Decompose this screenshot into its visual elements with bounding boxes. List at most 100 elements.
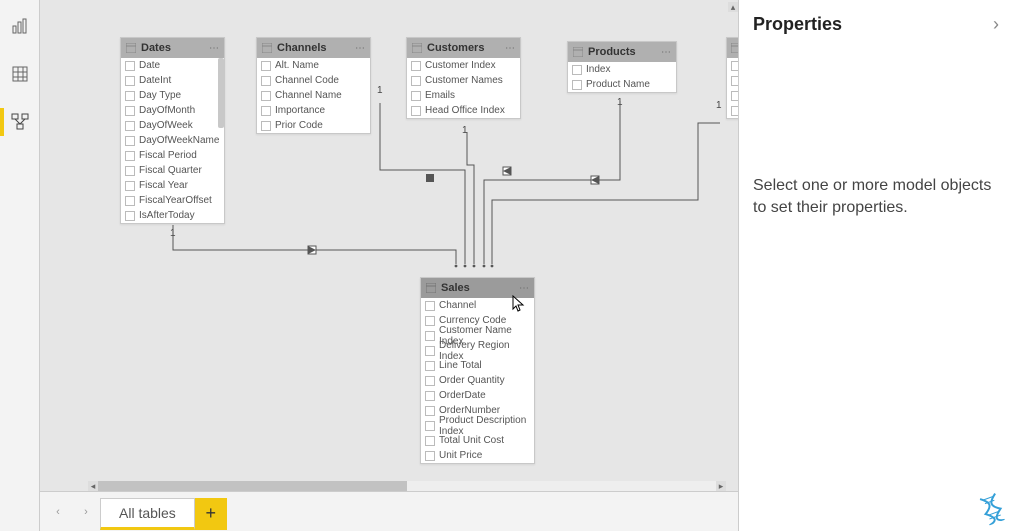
table-dates[interactable]: Dates ⋯ Date DateInt Day Type DayOfMonth… [120,37,225,224]
field-icon [261,76,271,86]
field-label: Delivery Region Index [439,340,530,362]
field-row[interactable]: Customer Index [407,58,520,73]
field-row[interactable]: Customer Names [407,73,520,88]
field-label: Emails [425,90,455,101]
field-row[interactable]: DateInt [121,73,224,88]
table-more-icon[interactable]: ⋯ [505,43,516,54]
bar-chart-icon [11,17,29,35]
field-label: Order Quantity [439,375,505,386]
properties-pane: Properties › Select one or more model ob… [738,0,1013,531]
tabs-prev-button[interactable]: ‹ [44,496,72,528]
tab-all-tables[interactable]: All tables [100,498,195,530]
table-icon [572,46,584,58]
field-icon [125,61,135,71]
table-channels[interactable]: Channels ⋯ Alt. Name Channel Code Channe… [256,37,371,134]
field-label: IsAfterToday [139,210,195,221]
scroll-left-icon[interactable]: ◂ [88,481,98,491]
field-row[interactable]: DayOfWeek [121,118,224,133]
cardinality-label: 1 [377,85,383,96]
field-label: Fiscal Year [139,180,188,191]
field-label: Channel Code [275,75,339,86]
table-title: Sales [441,282,470,294]
cardinality-label: 1 [170,228,176,239]
scroll-track[interactable] [98,481,716,491]
field-icon [425,331,435,341]
add-layout-button[interactable]: + [195,498,227,530]
field-row[interactable]: Day Type [121,88,224,103]
field-row[interactable]: Head Office Index [407,103,520,118]
field-row[interactable]: Fiscal Period [121,148,224,163]
field-row[interactable]: Date [121,58,224,73]
field-row[interactable]: Order Quantity [421,373,534,388]
field-icon [125,166,135,176]
model-canvas[interactable]: Dates ⋯ Date DateInt Day Type DayOfMonth… [40,0,738,491]
field-icon [411,76,421,86]
field-icon [125,196,135,206]
field-label: Alt. Name [275,60,319,71]
field-row[interactable]: Fiscal Quarter [121,163,224,178]
scroll-thumb[interactable] [98,481,407,491]
field-row[interactable]: Importance [257,103,370,118]
field-row[interactable]: Channel Code [257,73,370,88]
field-row[interactable]: Channel Name [257,88,370,103]
table-products[interactable]: Products ⋯ Index Product Name [567,41,677,93]
field-icon [425,361,435,371]
tabs-next-button[interactable]: › [72,496,100,528]
table-title: Channels [277,42,327,54]
cardinality-label: 1 [462,125,468,136]
field-row[interactable]: Channel [421,298,534,313]
field-row[interactable]: Emails [407,88,520,103]
field-label: Total Unit Cost [439,435,504,446]
table-icon [125,42,137,54]
table-icon [11,65,29,83]
field-row[interactable]: Product Description Index [421,418,534,433]
table-more-icon[interactable]: ⋯ [519,283,530,294]
field-icon [411,61,421,71]
field-row[interactable]: Alt. Name [257,58,370,73]
table-customers[interactable]: Customers ⋯ Customer Index Customer Name… [406,37,521,119]
collapse-pane-icon[interactable]: › [993,14,999,35]
scroll-up-icon[interactable]: ▴ [728,2,738,12]
field-row[interactable]: Fiscal Year [121,178,224,193]
table-more-icon[interactable]: ⋯ [355,43,366,54]
table-icon [261,42,273,54]
field-row[interactable]: OrderDate [421,388,534,403]
report-view-button[interactable] [6,12,34,40]
field-row[interactable]: DayOfWeekName [121,133,224,148]
field-icon [125,121,135,131]
table-scrollbar[interactable] [218,58,224,128]
field-row[interactable]: Product Name [568,77,676,92]
field-row[interactable]: Prior Code [257,118,370,133]
field-row[interactable]: Index [568,62,676,77]
view-rail [0,0,40,531]
field-row[interactable]: IsAfterToday [121,208,224,223]
field-icon [125,151,135,161]
field-label: Customer Names [425,75,503,86]
field-label: OrderDate [439,390,486,401]
field-icon [261,61,271,71]
dna-watermark-icon [974,489,1013,531]
properties-title: Properties [753,14,842,35]
table-more-icon[interactable]: ⋯ [661,47,672,58]
field-label: Product Description Index [439,415,530,437]
field-row[interactable]: Unit Price [421,448,534,463]
table-more-icon[interactable]: ⋯ [209,43,220,54]
field-label: Date [139,60,160,71]
field-row[interactable]: FiscalYearOffset [121,193,224,208]
field-row[interactable]: Delivery Region Index [421,343,534,358]
model-view-button[interactable] [6,108,34,136]
layout-tabs: ‹ › All tables + [40,491,738,531]
canvas-horizontal-scrollbar[interactable]: ◂ ▸ [88,481,726,491]
field-row[interactable]: DayOfMonth [121,103,224,118]
data-view-button[interactable] [6,60,34,88]
canvas-vertical-scrollbar[interactable]: ▴ [728,2,738,479]
field-label: DateInt [139,75,171,86]
scroll-right-icon[interactable]: ▸ [716,481,726,491]
field-label: Fiscal Quarter [139,165,202,176]
field-label: Head Office Index [425,105,505,116]
field-label: Line Total [439,360,482,371]
field-label: Day Type [139,90,181,101]
field-icon [425,436,435,446]
table-sales[interactable]: Sales ⋯ Channel Currency Code Customer N… [420,277,535,464]
field-icon [425,376,435,386]
